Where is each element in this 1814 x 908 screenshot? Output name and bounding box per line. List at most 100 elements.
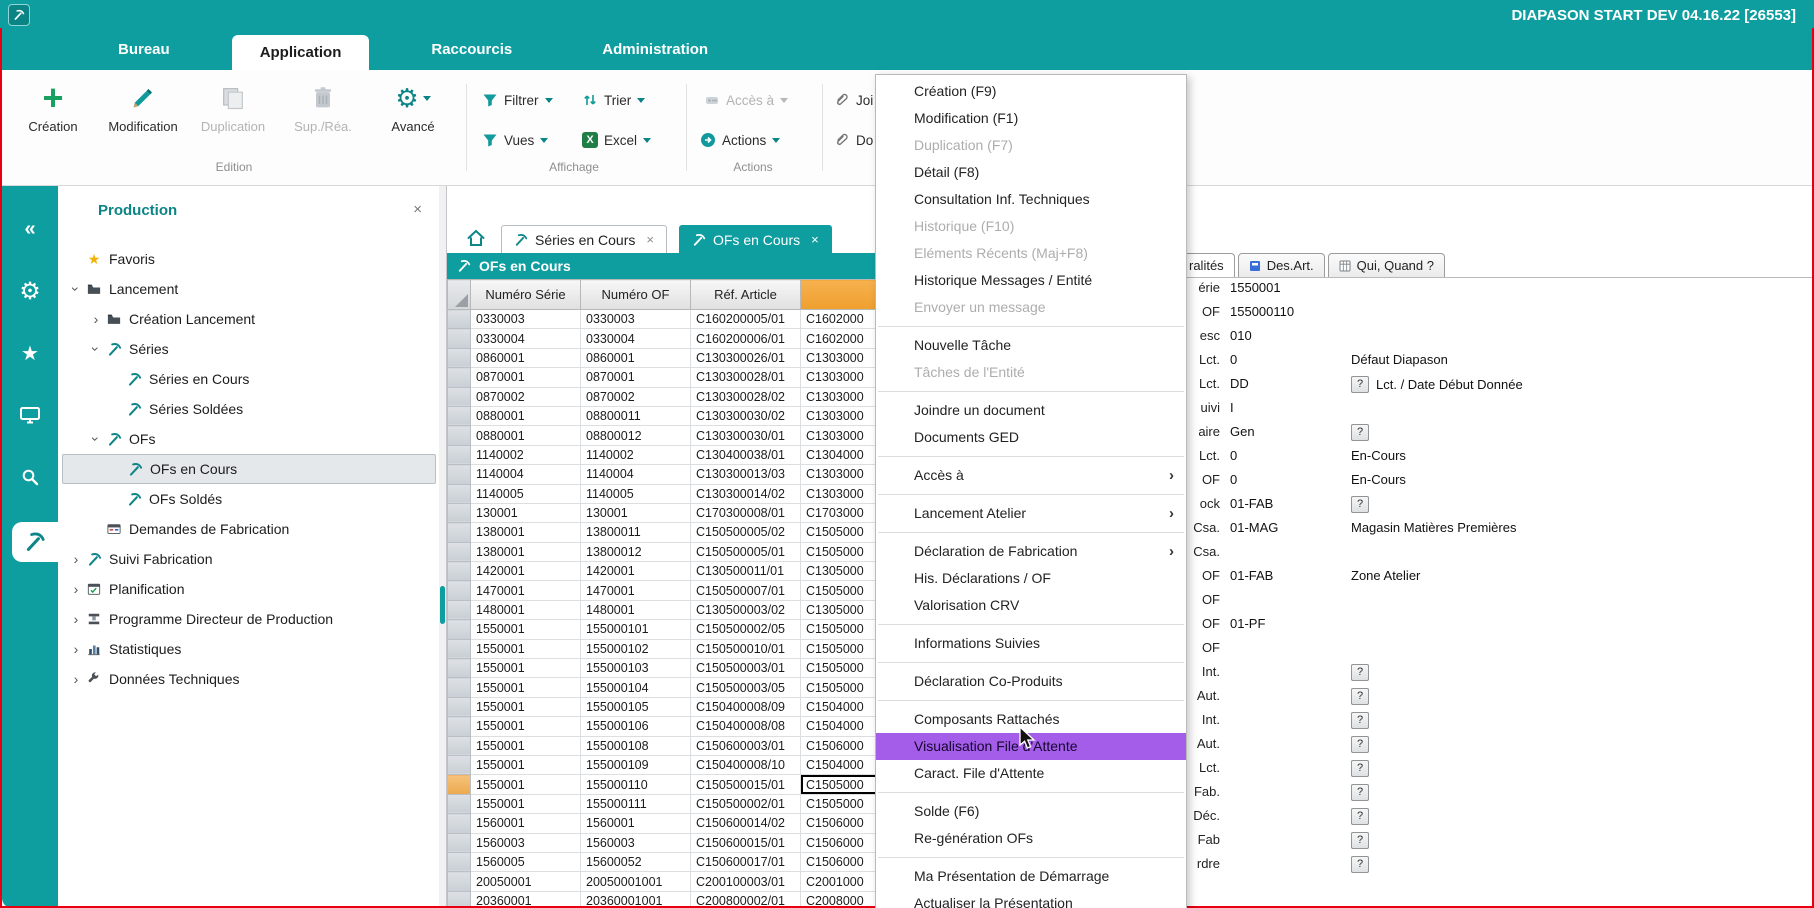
chevron-right-icon[interactable]: › xyxy=(88,311,104,327)
favorites-star-icon[interactable]: ★ xyxy=(21,336,39,370)
tree-item-series-soldees[interactable]: Séries Soldées xyxy=(62,394,436,424)
chevron-right-icon[interactable]: › xyxy=(68,611,84,627)
grid-cell[interactable]: 1380001 xyxy=(471,542,581,561)
menu-item-historique-messages-entite[interactable]: Historique Messages / Entité xyxy=(876,267,1186,294)
grid-cell[interactable]: C150500003/05 xyxy=(691,678,801,697)
menu-item-valorisation-crv[interactable]: Valorisation CRV xyxy=(876,592,1186,619)
chevron-right-icon[interactable]: › xyxy=(68,671,84,687)
select-all-corner[interactable] xyxy=(448,280,471,310)
actions-button[interactable]: Actions xyxy=(700,128,780,152)
grid-cell[interactable]: 1470001 xyxy=(581,581,691,600)
grid-cell[interactable]: C130300028/02 xyxy=(691,387,801,406)
grid-cell[interactable]: 0870001 xyxy=(581,368,691,387)
grid-cell[interactable]: 1560001 xyxy=(471,814,581,833)
row-selector[interactable] xyxy=(448,794,471,813)
grid-cell[interactable]: C150500005/02 xyxy=(691,523,801,542)
grid-cell[interactable]: 08800012 xyxy=(581,426,691,445)
grid-cell[interactable]: 1550001 xyxy=(471,678,581,697)
settings-gear-icon[interactable]: ⚙ xyxy=(19,274,41,308)
grid-cell[interactable]: 1420001 xyxy=(471,562,581,581)
menu-item-declaration-de-fabrication[interactable]: Déclaration de Fabrication› xyxy=(876,538,1186,565)
help-button[interactable]: ? xyxy=(1351,496,1369,513)
grid-cell[interactable]: C150600014/02 xyxy=(691,814,801,833)
help-button[interactable]: ? xyxy=(1351,664,1369,681)
menu-item-visualisation-file-d-attente[interactable]: Visualisation File d'Attente xyxy=(876,733,1186,760)
grid-cell[interactable]: 130001 xyxy=(581,503,691,522)
grid-cell[interactable]: C150500010/01 xyxy=(691,639,801,658)
tab-series-en-cours[interactable]: Séries en Cours × xyxy=(501,225,667,253)
help-button[interactable]: ? xyxy=(1351,832,1369,849)
vues-button[interactable]: Vues xyxy=(482,128,548,152)
grid-cell[interactable]: 0870002 xyxy=(471,387,581,406)
grid-cell[interactable]: 0880001 xyxy=(471,426,581,445)
menu-item-nouvelle-tache[interactable]: Nouvelle Tâche xyxy=(876,332,1186,359)
app-logo-icon[interactable] xyxy=(8,4,30,26)
grid-cell[interactable]: 1470001 xyxy=(471,581,581,600)
row-selector[interactable] xyxy=(448,659,471,678)
row-selector[interactable] xyxy=(448,755,471,774)
menu-tab-raccourcis[interactable]: Raccourcis xyxy=(403,30,540,70)
grid-cell[interactable]: C200100003/01 xyxy=(691,872,801,891)
grid-cell[interactable]: C160200005/01 xyxy=(691,310,801,329)
tab-ofs-en-cours[interactable]: OFs en Cours × xyxy=(679,225,832,253)
menu-item-modification-f1[interactable]: Modification (F1) xyxy=(876,105,1186,132)
grid-cell[interactable]: 130001 xyxy=(471,503,581,522)
grid-cell[interactable]: C150600015/01 xyxy=(691,833,801,852)
row-selector[interactable] xyxy=(448,852,471,871)
grid-cell[interactable]: 155000103 xyxy=(581,659,691,678)
row-selector[interactable] xyxy=(448,814,471,833)
grid-cell[interactable]: 155000108 xyxy=(581,736,691,755)
grid-cell[interactable]: C150500005/01 xyxy=(691,542,801,561)
grid-cell[interactable]: 1140004 xyxy=(471,465,581,484)
search-icon[interactable] xyxy=(20,460,40,494)
grid-cell[interactable]: C150500015/01 xyxy=(691,775,801,794)
grid-cell[interactable]: C160200006/01 xyxy=(691,329,801,348)
chevron-right-icon[interactable]: › xyxy=(68,581,84,597)
row-selector[interactable] xyxy=(448,523,471,542)
grid-cell[interactable]: 0870001 xyxy=(471,368,581,387)
row-selector[interactable] xyxy=(448,620,471,639)
grid-cell[interactable]: 155000111 xyxy=(581,794,691,813)
grid-cell[interactable]: C130400038/01 xyxy=(691,445,801,464)
column-header-numero-of[interactable]: Numéro OF xyxy=(581,280,691,310)
grid-cell[interactable]: 155000101 xyxy=(581,620,691,639)
grid-cell[interactable]: 1140004 xyxy=(581,465,691,484)
tree-item-ofs[interactable]: ›OFs xyxy=(62,424,436,454)
grid-cell[interactable]: 20360001001 xyxy=(581,891,691,908)
grid-cell[interactable]: 1550001 xyxy=(471,620,581,639)
grid-cell[interactable]: 155000110 xyxy=(581,775,691,794)
grid-cell[interactable]: 155000109 xyxy=(581,755,691,774)
menu-item-acces-a[interactable]: Accès à› xyxy=(876,462,1186,489)
close-panel-icon[interactable]: × xyxy=(413,201,422,218)
grid-cell[interactable]: 1140005 xyxy=(471,484,581,503)
detail-tab-qui-quand[interactable]: Qui, Quand ? xyxy=(1328,253,1445,277)
tree-item-lancement[interactable]: ›Lancement xyxy=(62,274,436,304)
grid-cell[interactable]: 0860001 xyxy=(471,348,581,367)
row-selector[interactable] xyxy=(448,697,471,716)
grid-cell[interactable]: C150400008/10 xyxy=(691,755,801,774)
grid-cell[interactable]: 1140005 xyxy=(581,484,691,503)
tree-item-ofs-en-cours[interactable]: OFs en Cours xyxy=(62,454,436,484)
row-selector[interactable] xyxy=(448,445,471,464)
modification-button[interactable]: Modification xyxy=(98,78,188,134)
grid-cell[interactable]: C150500003/01 xyxy=(691,659,801,678)
row-selector[interactable] xyxy=(448,891,471,908)
close-tab-icon[interactable]: × xyxy=(646,232,654,247)
grid-cell[interactable]: 1480001 xyxy=(581,600,691,619)
row-selector[interactable] xyxy=(448,562,471,581)
help-button[interactable]: ? xyxy=(1351,736,1369,753)
grid-cell[interactable]: 0860001 xyxy=(581,348,691,367)
help-button[interactable]: ? xyxy=(1351,688,1369,705)
grid-cell[interactable]: C130500011/01 xyxy=(691,562,801,581)
grid-cell[interactable]: 155000106 xyxy=(581,717,691,736)
menu-tab-administration[interactable]: Administration xyxy=(574,30,736,70)
grid-cell[interactable]: 08800011 xyxy=(581,406,691,425)
row-selector[interactable] xyxy=(448,581,471,600)
grid-cell[interactable]: 0330004 xyxy=(581,329,691,348)
row-selector[interactable] xyxy=(448,465,471,484)
grid-cell[interactable]: 155000102 xyxy=(581,639,691,658)
grid-cell[interactable]: C150500007/01 xyxy=(691,581,801,600)
grid-cell[interactable]: 13800011 xyxy=(581,523,691,542)
grid-cell[interactable]: 0330003 xyxy=(581,310,691,329)
monitor-icon[interactable] xyxy=(19,398,41,432)
